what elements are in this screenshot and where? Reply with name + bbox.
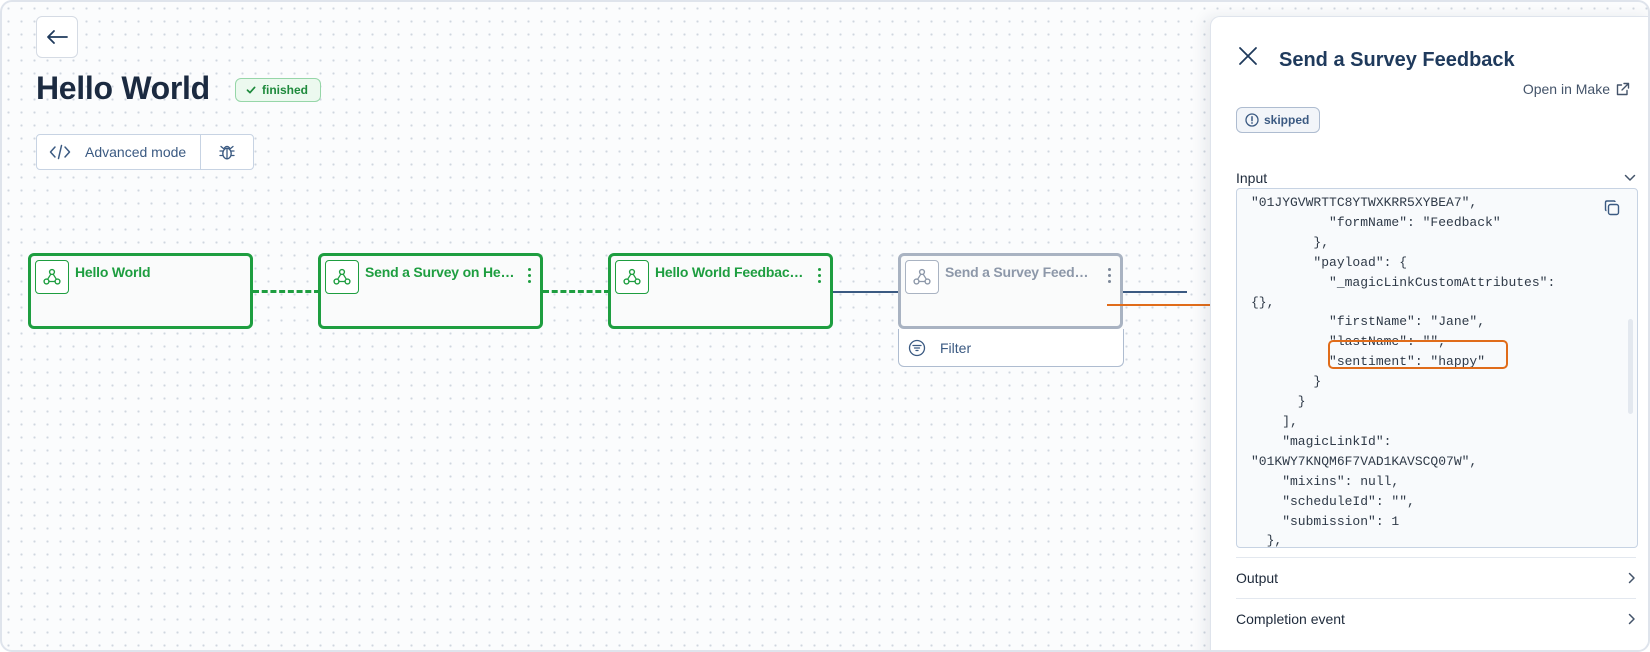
chevron-right-icon	[1628, 572, 1635, 584]
scrollbar[interactable]	[1628, 319, 1633, 414]
kebab-menu-icon[interactable]	[816, 268, 822, 283]
open-in-make-link[interactable]: Open in Make	[1523, 81, 1630, 97]
webhook-icon	[325, 260, 359, 294]
code-icon	[49, 144, 71, 160]
kebab-menu-icon[interactable]	[526, 268, 532, 283]
back-arrow-icon	[47, 30, 68, 44]
close-icon[interactable]	[1237, 45, 1259, 67]
status-badge: skipped	[1236, 107, 1321, 133]
webhook-icon	[615, 260, 649, 294]
workflow-canvas: Hello World finished Advanced mode Hello	[0, 0, 1650, 652]
output-section-toggle[interactable]: Output	[1236, 557, 1636, 598]
page-title: Hello World	[36, 70, 210, 106]
connector	[1123, 291, 1187, 293]
advanced-mode-label: Advanced mode	[85, 144, 187, 160]
connector	[253, 290, 320, 293]
filter-label: Filter	[940, 339, 972, 356]
panel-title: Send a Survey Feedback	[1279, 49, 1515, 71]
alert-circle-icon	[1245, 113, 1259, 127]
check-icon	[246, 86, 256, 94]
webhook-icon	[35, 260, 69, 294]
status-badge: finished	[235, 78, 322, 102]
node-label: Hello World	[75, 264, 151, 280]
chevron-right-icon	[1628, 613, 1635, 625]
node-label: Hello World Feedback Received	[655, 264, 805, 280]
section-label: Completion event	[1236, 611, 1345, 627]
section-label: Output	[1236, 570, 1279, 586]
node-label: Send a Survey Feedback	[945, 264, 1095, 280]
connector	[833, 291, 900, 293]
flow-node-send-survey[interactable]: Send a Survey on Hello World	[318, 253, 543, 329]
input-code-viewer[interactable]: "01JYGVWRTTC8YTWXKRR5XYBEA7", "formName"…	[1236, 188, 1638, 548]
status-badge-label: finished	[262, 83, 309, 97]
status-badge-label: skipped	[1264, 113, 1310, 127]
completion-event-section-toggle[interactable]: Completion event	[1236, 598, 1636, 639]
mode-toolbar: Advanced mode	[36, 134, 254, 170]
kebab-menu-icon[interactable]	[1106, 268, 1112, 283]
bug-icon	[219, 145, 235, 160]
debug-button[interactable]	[201, 135, 253, 169]
annotation-arrow	[1107, 304, 1217, 306]
flow-node-send-survey-feedback[interactable]: Send a Survey Feedback	[898, 253, 1123, 329]
flow-node-hello-world[interactable]: Hello World	[28, 253, 253, 329]
chevron-down-icon	[1624, 174, 1636, 181]
webhook-icon	[905, 260, 939, 294]
advanced-mode-button[interactable]: Advanced mode	[37, 135, 201, 169]
node-filter[interactable]: Filter	[898, 329, 1124, 367]
flow-node-feedback-received[interactable]: Hello World Feedback Received	[608, 253, 833, 329]
back-button[interactable]	[36, 16, 78, 58]
filter-icon	[908, 339, 926, 356]
copy-icon[interactable]	[1603, 199, 1621, 217]
connector	[543, 290, 610, 293]
section-label: Input	[1236, 170, 1268, 186]
node-label: Send a Survey on Hello World	[365, 264, 515, 280]
details-panel: Send a Survey Feedback Open in Make skip…	[1210, 16, 1648, 650]
external-link-icon	[1616, 82, 1630, 96]
open-in-make-label: Open in Make	[1522, 81, 1610, 97]
annotation-highlight	[1328, 340, 1508, 369]
